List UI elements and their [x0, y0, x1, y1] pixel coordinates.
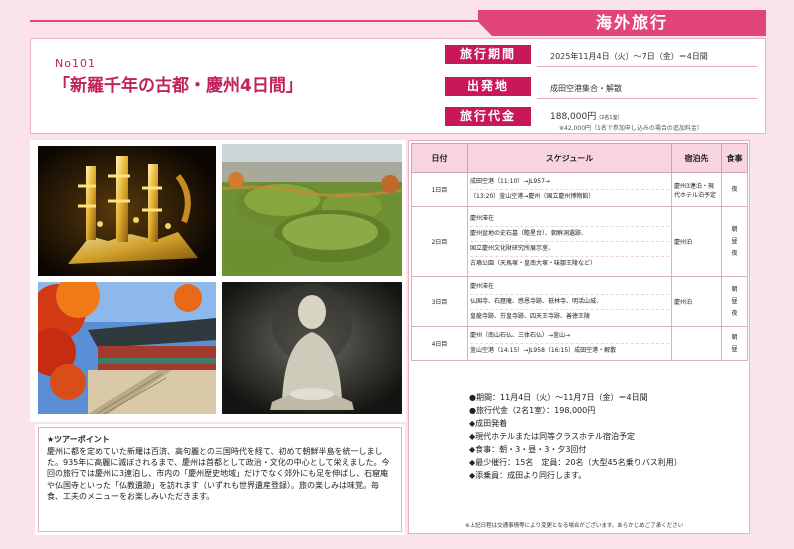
summary-line: ◆食事：朝・3・昼・3・夕3回付	[469, 445, 587, 454]
summary-line: ◆成田発着	[469, 419, 508, 428]
table-row: 3日目 慶州滞在 仏国寺、石窟庵、感恩寺跡、祇林寺、明活山城、 皇龍寺跡、芬皇寺…	[411, 276, 748, 327]
period-label: 旅行期間	[445, 45, 531, 64]
table-row: 2日目 慶州滞在 慶州盆地の史石墓（瞻星台）、朝鮮洞遺跡、 国立慶州文化財研究所…	[411, 206, 748, 277]
accommodation-cell: 慶州3連泊・現代ホテル泊予定	[671, 172, 722, 207]
summary-line: ●旅行代金（2名1室）：198,000円	[469, 406, 596, 415]
tour-point-box: ★ツアーポイント 慶州に都を定めていた新羅は百済、高句麗との三国時代を経て、初め…	[38, 427, 402, 532]
accommodation-cell: 慶州泊	[671, 206, 722, 277]
tour-point-body: 慶州に都を定めていた新羅は百済、高句麗との三国時代を経て、初めて朝鮮半島を統一し…	[47, 447, 390, 501]
schedule-cell: 慶州滞在 仏国寺、石窟庵、感恩寺跡、祇林寺、明活山城、 皇龍寺跡、芬皇寺跡、四天…	[467, 276, 672, 327]
table-header-row: 日付 スケジュール 宿泊先 食事	[411, 143, 748, 173]
schedule-cell: 慶州（南山石仏、三体石仏）→釜山→ 釜山空港（14:15）→JL958（16:1…	[467, 326, 672, 361]
departure-value: 成田空港集合・解散	[550, 84, 622, 93]
tumuli-park-photo	[222, 144, 402, 276]
price-note: ※42,000円（1名で参加申し込みの場合の追加料金）	[559, 125, 703, 132]
summary-line: ◆添乗員：成田より同行します。	[469, 471, 587, 480]
meals-cell: 朝昼夜	[721, 206, 748, 277]
header-schedule: スケジュール	[467, 143, 672, 173]
table-row: 1日目 成田空港（11:10）→JL957→ （13:20）釜山空港→慶州（国立…	[411, 172, 748, 207]
photo-panel	[30, 140, 406, 422]
tour-title: 「新羅千年の古都・慶州4日間」	[53, 76, 303, 96]
summary-line: ◆最少催行：15名 定員：20名（大型45名乗りバス利用）	[469, 458, 682, 467]
schedule-cell: 慶州滞在 慶州盆地の史石墓（瞻星台）、朝鮮洞遺跡、 国立慶州文化財研究所展示室、…	[467, 206, 672, 277]
day-cell: 2日目	[411, 206, 468, 277]
tour-header: No101 「新羅千年の古都・慶州4日間」 旅行期間 2025年11月4日（火）…	[30, 38, 766, 134]
summary-line: ●期間：11月4日（火）～11月7日（金）＝4日間	[469, 393, 648, 402]
divider	[537, 98, 757, 99]
meals-cell: 朝昼	[721, 326, 748, 361]
tour-point-title: ★ツアーポイント	[47, 435, 110, 444]
section-title: 海外旅行	[595, 13, 668, 32]
price-label: 旅行代金	[445, 107, 531, 126]
period-value: 2025年11月4日（火）～7日（金）＝4日間	[550, 52, 708, 61]
schedule-footnote: ※上記日程は交通事情等により変更となる場合がございます。あらかじめご了承ください	[465, 523, 684, 529]
departure-label: 出発地	[445, 77, 531, 96]
accommodation-cell: 慶州泊	[671, 276, 722, 327]
header-meals: 食事	[721, 143, 748, 173]
price-value: 188,000円（2名1室）	[550, 112, 623, 122]
day-cell: 1日目	[411, 172, 468, 207]
section-ribbon: 海外旅行	[478, 10, 766, 36]
summary-line: ◆現代ホテルまたは同等クラスホテル宿泊予定	[469, 432, 635, 441]
tour-summary: ●期間：11月4日（火）～11月7日（金）＝4日間 ●旅行代金（2名1室）：19…	[469, 391, 682, 482]
schedule-cell: 成田空港（11:10）→JL957→ （13:20）釜山空港→慶州（国立慶州博物…	[467, 172, 672, 207]
schedule-panel: 日付 スケジュール 宿泊先 食事 1日目 成田空港（11:10）→JL957→ …	[408, 140, 750, 534]
meals-cell: 朝昼夜	[721, 276, 748, 327]
divider	[537, 66, 757, 67]
header-accommodation: 宿泊先	[671, 143, 722, 173]
day-cell: 3日目	[411, 276, 468, 327]
seokguram-buddha-photo	[222, 282, 402, 414]
accommodation-cell	[671, 326, 722, 361]
meals-cell: 夜	[721, 172, 748, 207]
schedule-table: 日付 スケジュール 宿泊先 食事 1日目 成田空港（11:10）→JL957→ …	[411, 143, 748, 361]
tour-number: No101	[55, 57, 96, 70]
bulguksa-temple-photo	[38, 282, 216, 414]
ribbon-line	[30, 20, 508, 22]
table-row: 4日目 慶州（南山石仏、三体石仏）→釜山→ 釜山空港（14:15）→JL958（…	[411, 326, 748, 361]
gold-crown-photo	[38, 146, 216, 276]
header-day: 日付	[411, 143, 468, 173]
day-cell: 4日目	[411, 326, 468, 361]
